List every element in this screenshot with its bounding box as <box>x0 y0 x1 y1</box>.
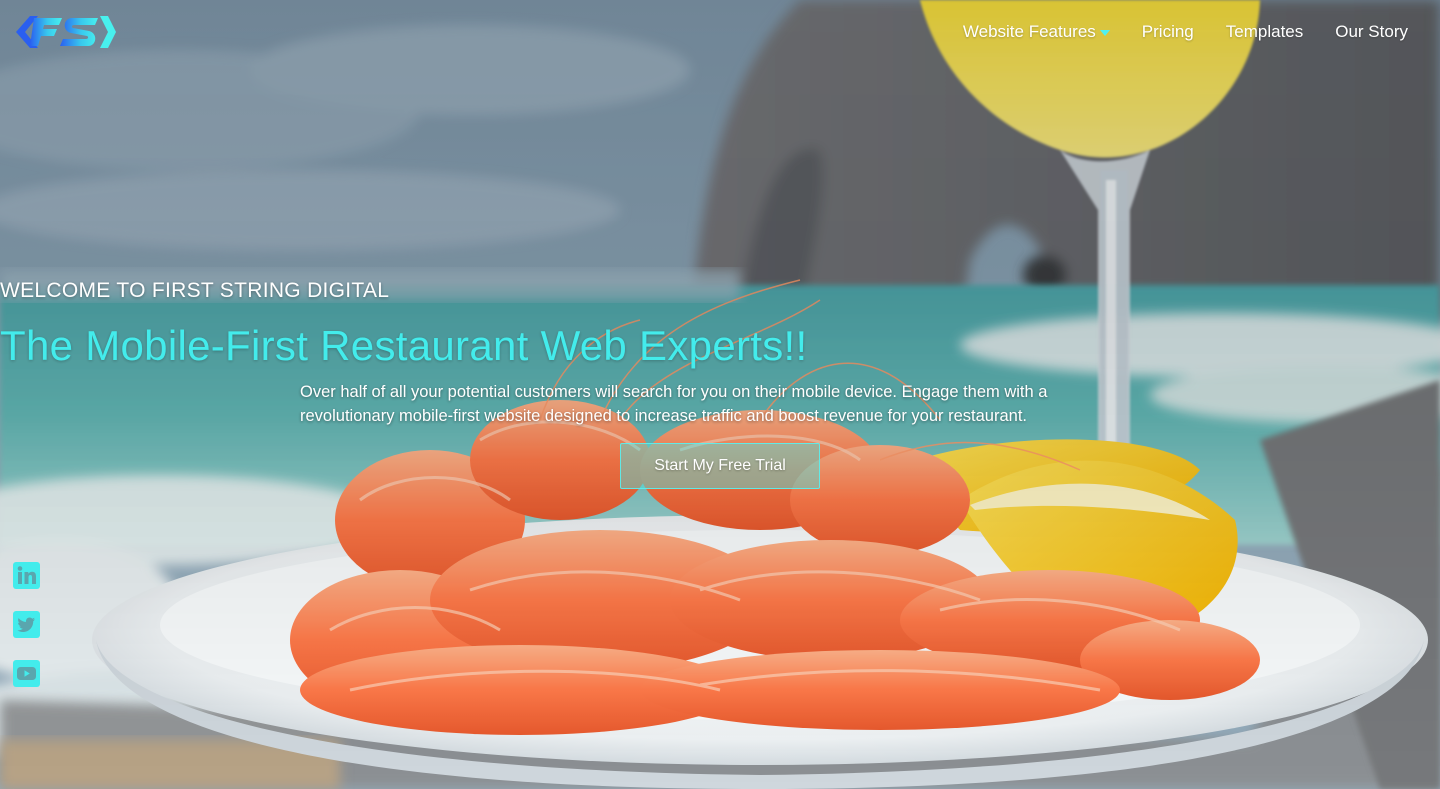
fs-logo-icon <box>16 16 116 48</box>
nav-website-features[interactable]: Website Features <box>963 20 1110 44</box>
hero-headline: The Mobile-First Restaurant Web Experts!… <box>0 322 808 369</box>
youtube-icon <box>13 660 40 687</box>
main-nav: Website Features Pricing Templates Our S… <box>963 20 1408 44</box>
nav-templates[interactable]: Templates <box>1226 20 1303 44</box>
chevron-down-icon <box>1099 29 1110 36</box>
hero-eyebrow: WELCOME TO FIRST STRING DIGITAL <box>0 279 390 302</box>
site-logo[interactable] <box>14 10 118 54</box>
nav-website-features-label: Website Features <box>962 22 1096 41</box>
twitter-icon <box>13 611 40 638</box>
nav-our-story[interactable]: Our Story <box>1335 20 1408 44</box>
youtube-link[interactable] <box>13 660 40 687</box>
linkedin-link[interactable] <box>13 562 40 589</box>
linkedin-icon <box>13 562 40 589</box>
hero-subtext: Over half of all your potential customer… <box>300 383 1048 425</box>
hero-section: Website Features Pricing Templates Our S… <box>0 0 1440 789</box>
start-free-trial-button[interactable]: Start My Free Trial <box>620 443 820 489</box>
nav-pricing[interactable]: Pricing <box>1142 20 1194 44</box>
twitter-link[interactable] <box>13 611 40 638</box>
social-links <box>13 562 40 687</box>
